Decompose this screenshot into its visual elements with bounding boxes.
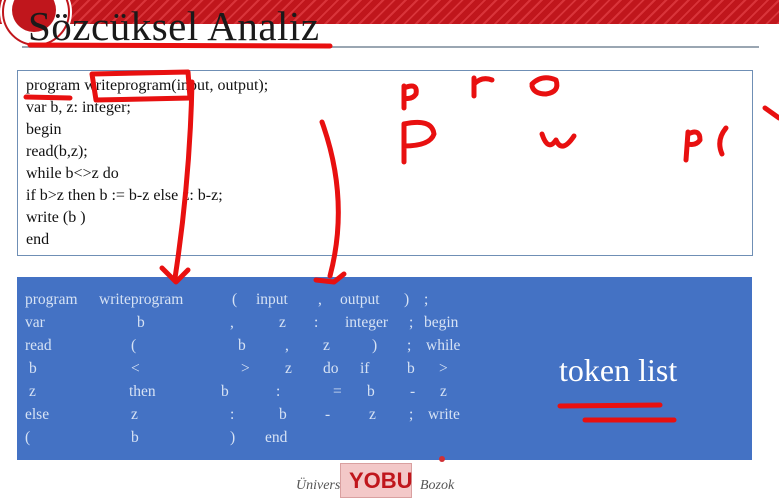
token: >	[241, 360, 250, 377]
token: output	[340, 291, 380, 308]
token: end	[265, 429, 288, 446]
token: :	[314, 314, 319, 331]
token: then	[129, 383, 156, 400]
token: -	[325, 406, 331, 423]
token: ;	[424, 291, 429, 308]
token-list-label: token list	[559, 352, 678, 388]
token: do	[323, 360, 339, 377]
source-code-box: program writeprogram(input, output); var…	[17, 70, 753, 256]
title-underline-rule	[22, 46, 759, 48]
token: )	[372, 337, 378, 354]
token: input	[256, 291, 288, 308]
code-line: begin	[26, 121, 62, 138]
token: program	[25, 291, 78, 308]
token: begin	[424, 314, 459, 331]
token: z	[440, 383, 447, 400]
code-line: program writeprogram(input, output);	[26, 77, 269, 94]
token: else	[25, 406, 50, 423]
token: z	[131, 406, 138, 423]
token: if	[360, 360, 370, 377]
token: =	[333, 383, 342, 400]
code-line: read(b,z);	[26, 143, 88, 160]
code-line: var b, z: integer;	[26, 99, 131, 116]
token: z	[369, 406, 376, 423]
code-line: write (b )	[26, 209, 86, 226]
token: (	[232, 291, 238, 308]
token: z	[285, 360, 292, 377]
token: <	[131, 360, 140, 377]
ink-letter-tail	[762, 105, 779, 121]
token: )	[404, 291, 410, 308]
token: :	[276, 383, 281, 400]
token: b	[29, 360, 37, 377]
token: )	[230, 429, 236, 446]
footer-script-right: Bozok	[420, 478, 455, 493]
footer-logo-text: YOBU	[349, 468, 413, 493]
token: >	[439, 360, 448, 377]
token: ,	[285, 337, 289, 354]
token: var	[25, 314, 45, 331]
token: b	[238, 337, 246, 354]
token: z	[323, 337, 330, 354]
token: b	[137, 314, 145, 331]
token: b	[367, 383, 375, 400]
token: ;	[407, 337, 412, 354]
token: z	[279, 314, 286, 331]
code-line: if b>z then b := b-z else z: b-z;	[26, 187, 223, 204]
token: (	[131, 337, 137, 354]
token: b	[131, 429, 139, 446]
token: b	[279, 406, 287, 423]
slide-title: Sözcüksel Analiz	[28, 3, 320, 49]
token: ,	[230, 314, 234, 331]
footer-logo-dot	[439, 456, 445, 462]
code-line: while b<>z do	[26, 165, 119, 182]
token: ,	[318, 291, 322, 308]
token: (	[25, 429, 31, 446]
token: integer	[345, 314, 389, 331]
token: :	[230, 406, 235, 423]
code-line: end	[26, 231, 50, 248]
token: ;	[409, 406, 414, 423]
token: b	[221, 383, 229, 400]
token: writeprogram	[99, 291, 184, 308]
footer-university-logo: YOBU	[340, 463, 413, 498]
token: ;	[409, 314, 414, 331]
token: b	[407, 360, 415, 377]
token: write	[428, 406, 460, 423]
token: -	[410, 383, 416, 400]
token: read	[25, 337, 52, 354]
token: z	[29, 383, 36, 400]
token: while	[426, 337, 461, 354]
